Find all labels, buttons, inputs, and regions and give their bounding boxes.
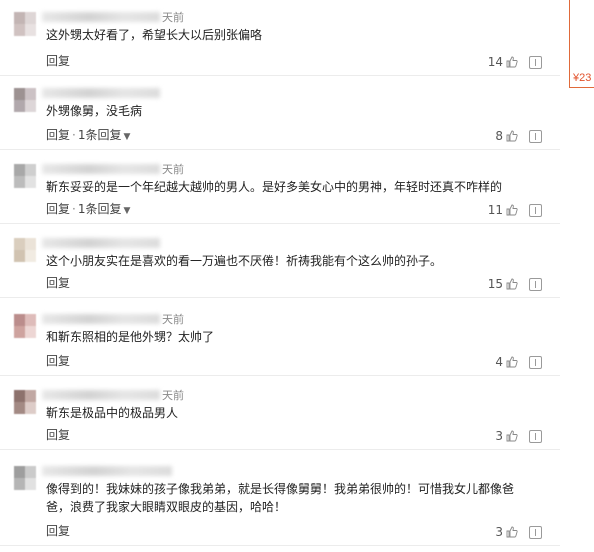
comment-time: 天前	[162, 313, 184, 326]
username-blurred[interactable]	[42, 88, 160, 98]
comment-meta: 天前	[42, 388, 184, 402]
like-count: 8	[495, 129, 503, 143]
report-icon[interactable]	[529, 130, 542, 143]
comment-text: 这外甥太好看了，希望长大以后别张偏咯	[46, 28, 263, 42]
username-blurred[interactable]	[42, 314, 160, 324]
avatar[interactable]	[14, 466, 36, 490]
thumbs-up-icon	[506, 130, 518, 142]
avatar[interactable]	[14, 164, 36, 188]
thumbs-up-icon	[506, 526, 518, 538]
side-product-price: ¥23	[573, 72, 592, 84]
comment-meta: 天前	[42, 162, 184, 176]
view-replies-button[interactable]: 1条回复 ▼	[78, 126, 131, 143]
reply-button[interactable]: 回复	[46, 274, 70, 291]
comment-time: 天前	[162, 163, 184, 176]
like-button[interactable]: 11	[488, 203, 518, 217]
reply-button[interactable]: 回复	[46, 200, 70, 217]
reply-button[interactable]: 回复	[46, 52, 70, 69]
comment-item: 外甥像舅，没毛病 回复 · 1条回复 ▼ 8	[0, 80, 560, 150]
username-blurred[interactable]	[42, 12, 160, 22]
view-replies-label: 1条回复	[77, 202, 122, 216]
like-count: 3	[495, 429, 503, 443]
report-icon[interactable]	[529, 430, 542, 443]
report-icon[interactable]	[529, 278, 542, 291]
comment-actions: 回复	[46, 522, 70, 539]
comment-actions: 回复	[46, 52, 70, 69]
comment-actions: 回复	[46, 352, 70, 369]
comment-item: 天前 靳东妥妥的是一个年纪越大越帅的男人。是好多美女心中的男神，年轻时还真不咋样…	[0, 156, 560, 224]
avatar[interactable]	[14, 390, 36, 414]
report-icon[interactable]	[529, 204, 542, 217]
comment-meta	[42, 236, 162, 250]
separator-dot: ·	[72, 127, 76, 142]
report-icon[interactable]	[529, 356, 542, 369]
chevron-down-icon: ▼	[123, 132, 131, 142]
thumbs-up-icon	[506, 278, 518, 290]
comment-item: 天前 和靳东照相的是他外甥？太帅了 回复 4	[0, 306, 560, 376]
thumbs-up-icon	[506, 430, 518, 442]
comment-item: 像得到的！我妹妹的孩子像我弟弟，就是长得像舅舅！我弟弟很帅的！可惜我女儿都像爸爸…	[0, 458, 560, 546]
avatar[interactable]	[14, 238, 36, 262]
like-count: 3	[495, 525, 503, 539]
username-blurred[interactable]	[42, 164, 160, 174]
comment-meta	[42, 464, 174, 478]
comment-meta: 天前	[42, 10, 184, 24]
like-count: 11	[487, 203, 503, 217]
like-count: 14	[487, 55, 503, 69]
avatar[interactable]	[14, 88, 36, 112]
comment-actions: 回复	[46, 274, 70, 291]
comment-text: 靳东是极品中的极品男人	[46, 406, 179, 420]
comment-meta: 天前	[42, 312, 184, 326]
reply-button[interactable]: 回复	[46, 352, 70, 369]
comment-text: 和靳东照相的是他外甥？太帅了	[46, 330, 215, 344]
comment-text: 这个小朋友实在是喜欢的看一万遍也不厌倦！祈祷我能有个这么帅的孙子。	[46, 254, 443, 268]
comment-item: 天前 靳东是极品中的极品男人 回复 3	[0, 382, 560, 450]
avatar[interactable]	[14, 314, 36, 338]
comment-actions: 回复 · 1条回复 ▼	[46, 200, 130, 217]
comment-text: 像得到的！我妹妹的孩子像我弟弟，就是长得像舅舅！我弟弟很帅的！可惜我女儿都像爸爸…	[46, 482, 515, 514]
view-replies-label: 1条回复	[77, 128, 122, 142]
like-button[interactable]: 14	[488, 55, 518, 69]
username-blurred[interactable]	[42, 238, 160, 248]
comment-meta	[42, 86, 162, 100]
thumbs-up-icon	[506, 56, 518, 68]
comment-actions: 回复	[46, 426, 70, 443]
comment-time: 天前	[162, 389, 184, 402]
like-button[interactable]: 4	[495, 355, 518, 369]
comment-item: 这个小朋友实在是喜欢的看一万遍也不厌倦！祈祷我能有个这么帅的孙子。 回复 15	[0, 230, 560, 298]
chevron-down-icon: ▼	[123, 206, 131, 216]
reply-button[interactable]: 回复	[46, 522, 70, 539]
reply-button[interactable]: 回复	[46, 426, 70, 443]
like-count: 15	[487, 277, 503, 291]
view-replies-button[interactable]: 1条回复 ▼	[78, 200, 131, 217]
thumbs-up-icon	[506, 356, 518, 368]
report-icon[interactable]	[529, 526, 542, 539]
username-blurred[interactable]	[42, 390, 160, 400]
like-button[interactable]: 15	[488, 277, 518, 291]
like-button[interactable]: 3	[495, 429, 518, 443]
like-count: 4	[495, 355, 503, 369]
comment-item: 天前 这外甥太好看了，希望长大以后别张偏咯 回复 14	[0, 4, 560, 76]
comment-actions: 回复 · 1条回复 ▼	[46, 126, 130, 143]
separator-dot: ·	[72, 201, 76, 216]
comment-time: 天前	[162, 11, 184, 24]
username-blurred[interactable]	[42, 466, 172, 476]
avatar[interactable]	[14, 12, 36, 36]
thumbs-up-icon	[506, 204, 518, 216]
like-button[interactable]: 8	[495, 129, 518, 143]
report-icon[interactable]	[529, 56, 542, 69]
comment-text: 靳东妥妥的是一个年纪越大越帅的男人。是好多美女心中的男神，年轻时还真不咋样的	[46, 180, 503, 194]
comment-text: 外甥像舅，没毛病	[46, 104, 143, 118]
like-button[interactable]: 3	[495, 525, 518, 539]
reply-button[interactable]: 回复	[46, 126, 70, 143]
